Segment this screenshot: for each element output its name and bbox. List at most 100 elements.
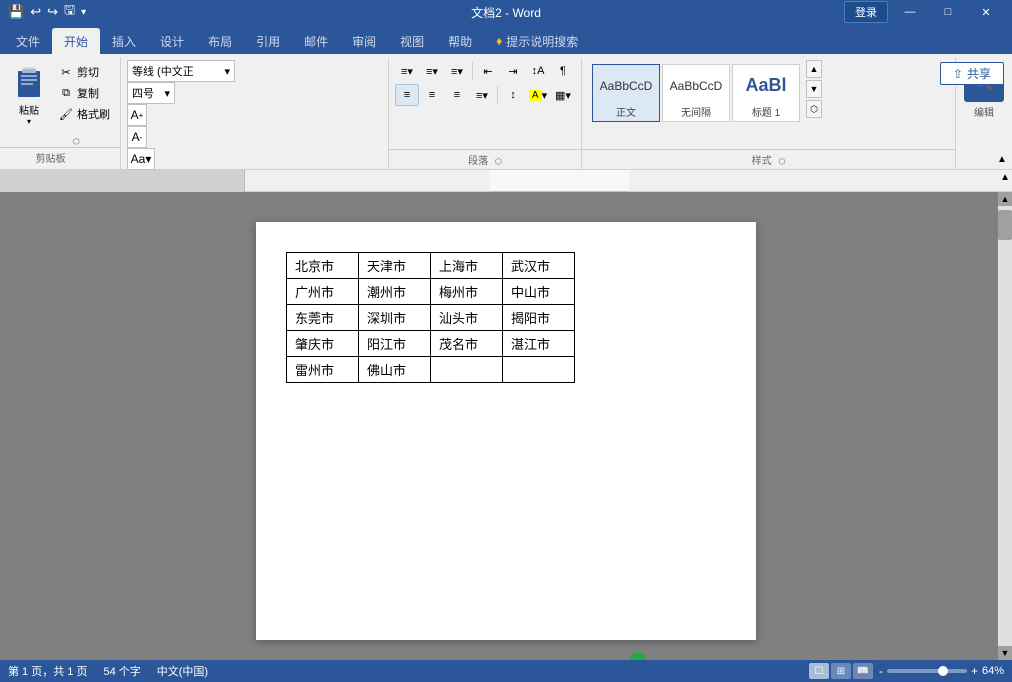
decrease-indent-button[interactable]: ⇤ [476, 60, 500, 82]
tab-search[interactable]: ♦ 提示说明搜索 [484, 28, 590, 54]
table-cell[interactable]: 茂名市 [431, 331, 503, 357]
table-cell[interactable]: 武汉市 [503, 253, 575, 279]
table-cell[interactable]: 揭阳市 [503, 305, 575, 331]
scroll-up-button[interactable]: ▲ [998, 192, 1012, 206]
tab-mailings[interactable]: 邮件 [292, 28, 340, 54]
collapse-ribbon-button[interactable]: ▲ [994, 151, 1010, 167]
align-right-button[interactable]: ≡ [445, 84, 469, 106]
table-cell[interactable]: 湛江市 [503, 331, 575, 357]
ruler-toggle-button[interactable]: ▲ [1000, 172, 1010, 183]
save2-icon[interactable]: 🖫 [64, 1, 75, 23]
login-button[interactable]: 登录 [844, 1, 888, 23]
table-cell[interactable]: 北京市 [287, 253, 359, 279]
table-cell[interactable]: 天津市 [359, 253, 431, 279]
table-cell[interactable]: 东莞市 [287, 305, 359, 331]
paste-arrow: ▾ [27, 117, 31, 126]
para-row-2: ≡ ≡ ≡ ≡▾ ↕ A▾ ▦▾ [395, 84, 575, 106]
show-marks-button[interactable]: ¶ [551, 60, 575, 82]
tab-help[interactable]: 帮助 [436, 28, 484, 54]
style-no-spacing[interactable]: AaBbCcD 无间隔 [662, 64, 730, 122]
zoom-in-icon[interactable]: + [971, 664, 978, 678]
styles-scroll-up[interactable]: ▲ [806, 60, 822, 78]
tab-layout[interactable]: 布局 [196, 28, 244, 54]
table-cell[interactable]: 潮州市 [359, 279, 431, 305]
increase-font-button[interactable]: A+ [127, 104, 147, 126]
zoom-slider[interactable] [887, 669, 967, 673]
undo-icon[interactable]: ↩ [30, 4, 41, 20]
vertical-scrollbar[interactable]: ▲ ▼ [998, 192, 1012, 660]
styles-expand-icon[interactable]: ⬡ [778, 157, 785, 166]
print-layout-view-button[interactable]: ☐ [809, 663, 829, 679]
style-heading1[interactable]: AaBl 标题 1 [732, 64, 800, 122]
format-painter-button[interactable]: 🖌 格式刷 [54, 104, 114, 124]
table-cell[interactable]: 广州市 [287, 279, 359, 305]
style-normal[interactable]: AaBbCcD 正文 [592, 64, 660, 122]
table-cell[interactable]: 中山市 [503, 279, 575, 305]
tab-file[interactable]: 文件 [4, 28, 52, 54]
table-row: 肇庆市阳江市茂名市湛江市 [287, 331, 575, 357]
style-normal-label: 正文 [616, 104, 636, 119]
paste-label: 粘贴 [19, 102, 39, 117]
shading-button[interactable]: A▾ [526, 84, 550, 106]
save-icon[interactable]: 💾 [8, 4, 24, 20]
clipboard-expand-icon[interactable]: ⬡ [70, 137, 82, 149]
status-bar: 第 1 页，共 1 页 54 个字 中文(中国) ☐ ⊞ 📖 - + 64% [0, 660, 1012, 682]
zoom-level[interactable]: 64% [982, 665, 1004, 677]
web-layout-view-button[interactable]: ⊞ [831, 663, 851, 679]
styles-scroll-down[interactable]: ▼ [806, 80, 822, 98]
justify-button[interactable]: ≡▾ [470, 84, 494, 106]
table-cell[interactable]: 梅州市 [431, 279, 503, 305]
paste-button[interactable]: 粘贴 ▾ [6, 60, 52, 128]
styles-expand-button[interactable]: ⬡ [806, 100, 822, 118]
tab-insert[interactable]: 插入 [100, 28, 148, 54]
zoom-out-icon[interactable]: - [879, 664, 883, 678]
font-size-selector[interactable]: 四号 ▾ [127, 82, 175, 104]
table-cell[interactable]: 阳江市 [359, 331, 431, 357]
borders-button[interactable]: ▦▾ [551, 84, 575, 106]
scroll-thumb[interactable] [998, 210, 1012, 240]
copy-button[interactable]: ⧉ 复制 [54, 83, 114, 103]
style-heading1-preview: AaBl [735, 67, 797, 104]
align-center-button[interactable]: ≡ [420, 84, 444, 106]
tab-review[interactable]: 审阅 [340, 28, 388, 54]
table-cell[interactable]: 汕头市 [431, 305, 503, 331]
table-cell[interactable]: 上海市 [431, 253, 503, 279]
tab-home[interactable]: 开始 [52, 28, 100, 54]
dropdown-icon[interactable]: ▾ [81, 7, 86, 18]
cut-button[interactable]: ✂ 剪切 [54, 62, 114, 82]
share-button[interactable]: ⇧ 共享 [940, 62, 1004, 85]
tab-design[interactable]: 设计 [148, 28, 196, 54]
increase-indent-button[interactable]: ⇥ [501, 60, 525, 82]
maximize-button[interactable]: □ [930, 0, 966, 24]
share-icon: ⇧ [953, 67, 963, 81]
table-cell[interactable]: 肇庆市 [287, 331, 359, 357]
numbering-button[interactable]: ≡▾ [420, 60, 444, 82]
table-cell[interactable]: 深圳市 [359, 305, 431, 331]
styles-scroll-buttons: ▲ ▼ ⬡ [806, 60, 822, 118]
tab-view[interactable]: 视图 [388, 28, 436, 54]
font-size-value: 四号 [132, 85, 154, 101]
table-cell[interactable]: 雷州市 [287, 357, 359, 383]
read-mode-button[interactable]: 📖 [853, 663, 873, 679]
sort-button[interactable]: ↕A [526, 60, 550, 82]
align-left-button[interactable]: ≡ [395, 84, 419, 106]
table-cell[interactable]: 佛山市 [359, 357, 431, 383]
quick-access-toolbar[interactable]: 💾 ↩ ↪ 🖫 ▾ [8, 1, 86, 23]
window-controls[interactable]: — □ ✕ [892, 0, 1004, 24]
tab-references[interactable]: 引用 [244, 28, 292, 54]
table-cell[interactable] [431, 357, 503, 383]
font-name-selector[interactable]: 等线 (中文正 ▾ [127, 60, 235, 82]
line-spacing-button[interactable]: ↕ [501, 84, 525, 106]
change-case-button[interactable]: Aa▾ [127, 148, 155, 170]
redo-icon[interactable]: ↪ [47, 4, 58, 20]
document-area: ▲ ▼ 北京市天津市上海市武汉市广州市潮州市梅州市中山市东莞市深圳市汕头市揭阳市… [0, 192, 1012, 660]
decrease-font-button[interactable]: A- [127, 126, 147, 148]
table-cell[interactable] [503, 357, 575, 383]
scroll-down-button[interactable]: ▼ [998, 646, 1012, 660]
bullets-button[interactable]: ≡▾ [395, 60, 419, 82]
para-expand-icon[interactable]: ⬡ [495, 157, 502, 166]
multilevel-list-button[interactable]: ≡▾ [445, 60, 469, 82]
minimize-button[interactable]: — [892, 0, 928, 24]
ruler-area: ▲ [0, 170, 1012, 192]
close-button[interactable]: ✕ [968, 0, 1004, 24]
